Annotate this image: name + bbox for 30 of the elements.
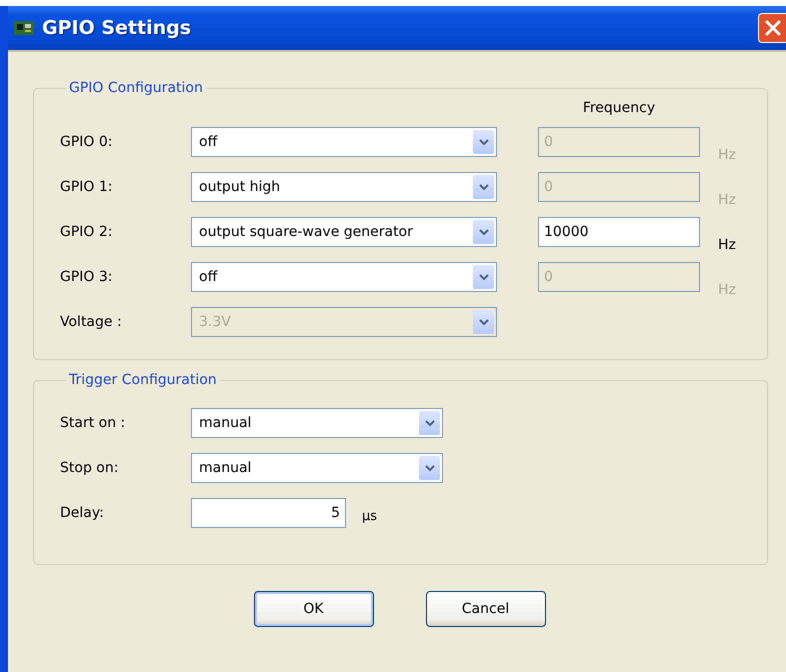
close-button[interactable]	[758, 13, 786, 43]
field-label: Delay:	[60, 505, 105, 521]
dropdown[interactable]: manual	[191, 453, 443, 483]
unit-label: Hz	[718, 147, 737, 163]
unit-label: Hz	[718, 237, 737, 253]
dropdown[interactable]: off	[191, 127, 497, 157]
input-field[interactable]: 10000	[538, 217, 700, 247]
group-title: GPIO Configuration	[68, 80, 204, 96]
column-heading: Frequency	[582, 100, 656, 116]
unit-label: Hz	[718, 192, 737, 208]
close-icon	[762, 18, 782, 38]
group-title: Trigger Configuration	[68, 372, 218, 388]
cancel-button[interactable]: Cancel	[426, 591, 546, 627]
unit-label: µs	[362, 508, 378, 524]
field-label: Start on :	[60, 415, 126, 431]
input-field[interactable]: 5	[191, 498, 346, 528]
dropdown[interactable]: output square-wave generator	[191, 217, 497, 247]
window-title: GPIO Settings	[42, 17, 192, 39]
dropdown[interactable]: manual	[191, 408, 443, 438]
field-label: Voltage :	[60, 314, 123, 330]
ok-button[interactable]: OK	[254, 591, 374, 627]
field-label: GPIO 1:	[60, 179, 114, 195]
field-label: GPIO 0:	[60, 134, 114, 150]
dropdown[interactable]: off	[191, 262, 497, 292]
circuit-board-icon	[14, 21, 34, 35]
field-label: GPIO 3:	[60, 269, 114, 285]
dropdown[interactable]: output high	[191, 172, 497, 202]
field-label: Stop on:	[60, 460, 120, 476]
field-label: GPIO 2:	[60, 224, 114, 240]
unit-label: Hz	[718, 282, 737, 298]
